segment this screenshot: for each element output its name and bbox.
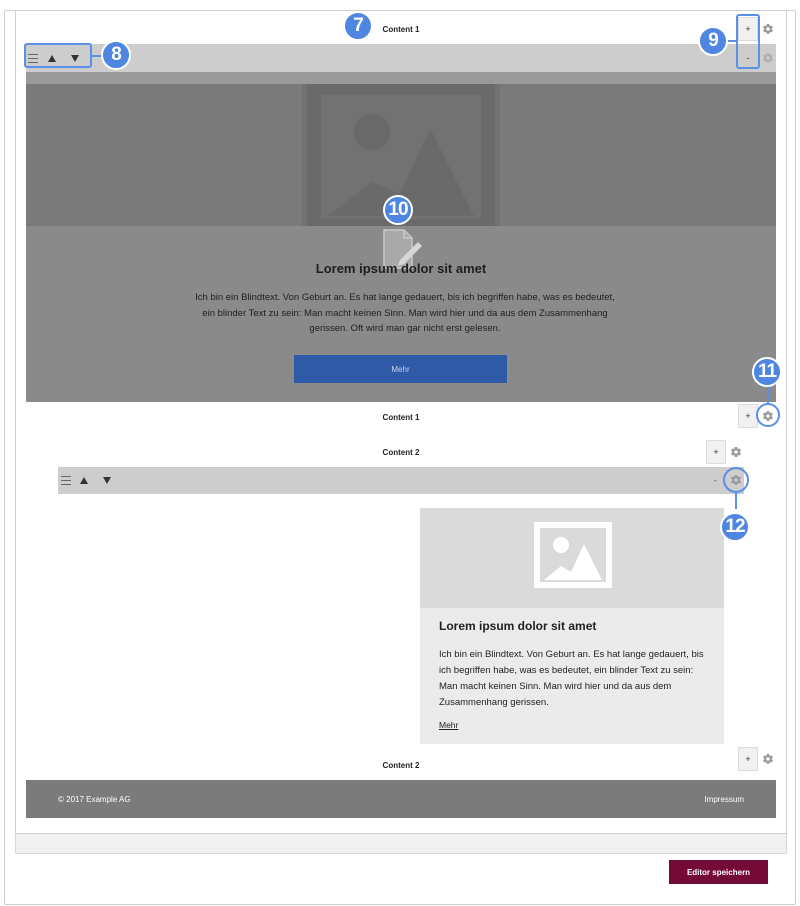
section-label-content-2-end: Content 2 [382,761,420,770]
editor-bottom-bar [15,834,787,854]
gear-icon[interactable] [761,22,775,36]
hero-title: Lorem ipsum dolor sit amet [315,261,487,276]
arrow-down-icon[interactable] [103,467,111,494]
callout-highlight-8 [24,43,92,68]
card-image [420,508,724,608]
footer-copyright: © 2017 Example AG [58,795,131,804]
teaser-card: Lorem ipsum dolor sit amet Ich bin ein B… [420,508,724,744]
section-label-content-2: Content 2 [382,448,420,457]
gear-icon[interactable] [729,445,743,459]
callout-highlight-9 [736,14,760,69]
callout-badge-8: 8 [101,40,131,70]
section-toolbar [26,44,776,72]
section-toolbar [58,467,744,494]
gear-icon[interactable] [761,752,775,766]
callout-badge-7: 7 [343,11,373,41]
image-placeholder-icon [534,522,612,593]
callout-highlight-12 [723,467,749,493]
callout-highlight-11 [756,403,780,427]
remove-content-button[interactable]: - [714,467,717,494]
gear-icon[interactable] [761,51,775,65]
card-text: Ich bin ein Blindtext. Von Geburt an. Es… [439,649,704,708]
section-label-content-1-end: Content 1 [382,413,420,422]
callout-connector-9 [728,40,736,42]
callout-badge-9: 9 [698,26,728,56]
footer-imprint-link[interactable]: Impressum [704,795,744,804]
hero-more-button[interactable]: Mehr [294,355,507,383]
callout-badge-12: 12 [720,512,750,542]
add-content-button[interactable]: + [738,404,758,428]
arrow-up-icon[interactable] [80,467,88,494]
callout-connector-11 [767,386,769,403]
add-content-button[interactable]: + [706,440,726,464]
callout-badge-11: 11 [752,357,782,387]
hero-top-strip [26,72,776,84]
card-title: Lorem ipsum dolor sit amet [439,619,597,633]
callout-connector-12 [735,493,737,509]
hamburger-icon[interactable] [61,467,71,494]
card-more-link[interactable]: Mehr [439,720,458,730]
save-editor-button[interactable]: Editor speichern [669,860,768,884]
callout-badge-10: 10 [383,195,413,225]
page-footer: © 2017 Example AG Impressum [26,780,776,818]
add-content-button[interactable]: + [738,747,758,771]
hero-text: Ich bin ein Blindtext. Von Geburt an. Es… [195,292,615,334]
